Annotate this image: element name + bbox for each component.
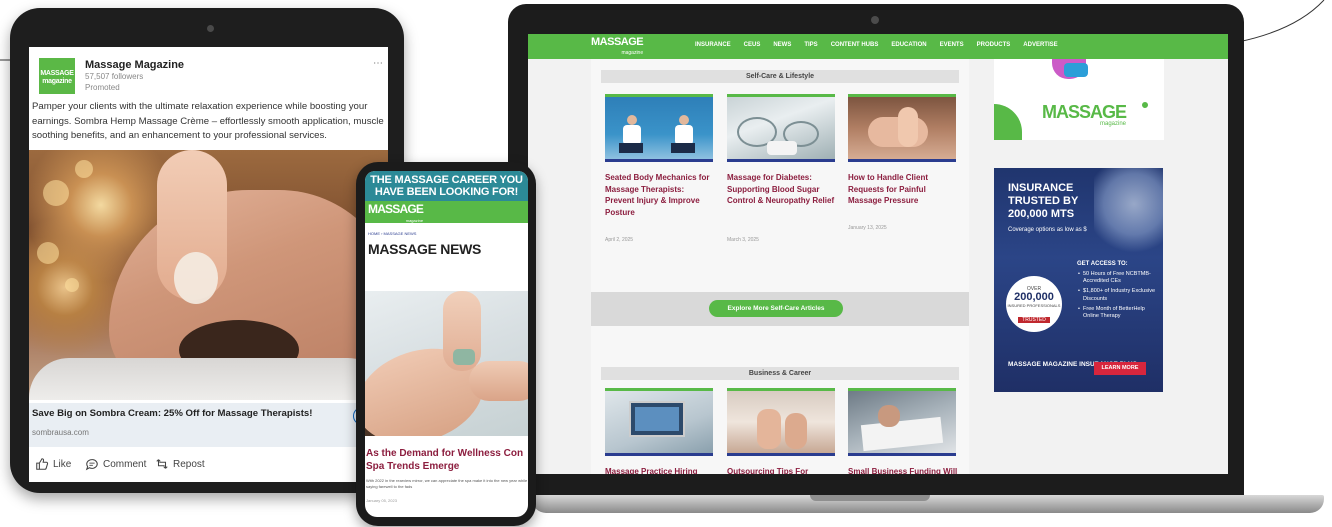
breadcrumb[interactable]: HOME › MASSAGE NEWS (368, 231, 416, 236)
nav-item-events[interactable]: EVENTS (940, 42, 964, 48)
tablet-device: MASSAGE magazine Massage Magazine 57,507… (10, 8, 404, 493)
article-thumbnail[interactable] (727, 388, 835, 456)
company-logo[interactable]: MASSAGE magazine (39, 58, 75, 94)
post-body-text: Pamper your clients with the ultimate re… (32, 101, 384, 141)
like-button[interactable]: Like (35, 457, 71, 471)
ad-benefits-list: 50 Hours of Free NCBTMB-Accredited CEs $… (1078, 271, 1158, 323)
ad-access-title: GET ACCESS TO: (1077, 261, 1128, 267)
explore-self-care-button[interactable]: Explore More Self-Care Articles (709, 300, 843, 317)
article-excerpt: With 2022 in the rearview mirror, we can… (366, 478, 528, 489)
nav-item-products[interactable]: PRODUCTS (977, 42, 1011, 48)
ad-image-massage[interactable] (29, 150, 388, 400)
article-title[interactable]: Massage Practice Hiring Tips (605, 466, 715, 474)
article-title[interactable]: Small Business Funding Will Help Grow Yo… (848, 466, 958, 474)
laptop-camera (871, 16, 879, 24)
career-banner[interactable]: THE MASSAGE CAREER YOU HAVE BEEN LOOKING… (365, 171, 528, 201)
article-date: January 13, 2025 (848, 225, 887, 231)
post-actions: Like Comment Repost (29, 455, 388, 479)
tablet-camera (207, 25, 214, 32)
page-title: MASSAGE NEWS (368, 241, 482, 257)
article-title[interactable]: How to Handle Client Requests for Painfu… (848, 172, 958, 207)
article-headline[interactable]: As the Demand for Wellness Con Spa Trend… (366, 447, 528, 473)
repost-label: Repost (173, 458, 205, 470)
comment-label: Comment (103, 458, 147, 470)
device-mockup-scene: MASSAGE magazine Massage Magazine 57,507… (0, 0, 1332, 527)
nav-menu: INSURANCE CEUS NEWS TIPS CONTENT HUBS ED… (695, 42, 1071, 48)
article-thumbnail[interactable] (848, 94, 956, 162)
ad-benefit: Free Month of BetterHelp Online Therapy (1078, 306, 1158, 320)
ad-url: sombrausa.com (32, 428, 89, 437)
ad-headline: INSURANCE TRUSTED BY 200,000 MTS (1008, 182, 1079, 220)
article-thumbnail[interactable] (605, 94, 713, 162)
laptop-device: MASSAGE magazine INSURANCE CEUS NEWS TIPS… (508, 4, 1244, 500)
site-navigation-bar: MASSAGE magazine INSURANCE CEUS NEWS TIPS… (528, 34, 1228, 59)
article-date: March 3, 2025 (727, 237, 759, 243)
article-title[interactable]: Seated Body Mechanics for Massage Therap… (605, 172, 715, 218)
nav-item-news[interactable]: NEWS (773, 42, 791, 48)
phone-screen: THE MASSAGE CAREER YOU HAVE BEEN LOOKING… (365, 171, 528, 517)
promoted-label: Promoted (85, 83, 120, 92)
nav-item-content-hubs[interactable]: CONTENT HUBS (831, 42, 879, 48)
article-thumbnail[interactable] (605, 388, 713, 456)
phone-device: THE MASSAGE CAREER YOU HAVE BEEN LOOKING… (356, 162, 536, 526)
article-thumbnail[interactable] (848, 388, 956, 456)
site-logo[interactable]: MASSAGE magazine (591, 37, 644, 59)
repost-button[interactable]: Repost (155, 457, 205, 471)
phone-nav-bar: MASSAGE magazine (365, 201, 528, 223)
article-hero-image[interactable] (365, 291, 528, 436)
article-title[interactable]: Massage for Diabetes: Supporting Blood S… (727, 172, 837, 207)
ad-cta-bar[interactable]: Save Big on Sombra Cream: 25% Off for Ma… (29, 403, 388, 447)
thumbs-up-icon (36, 458, 49, 470)
follower-count: 57,507 followers (85, 72, 144, 81)
like-label: Like (53, 458, 72, 470)
linkedin-ad-screen: MASSAGE magazine Massage Magazine 57,507… (29, 47, 388, 482)
website-screen: MASSAGE magazine INSURANCE CEUS NEWS TIPS… (528, 34, 1228, 474)
article-date: January 05, 2023 (366, 498, 397, 503)
ad-benefit: 50 Hours of Free NCBTMB-Accredited CEs (1078, 271, 1158, 285)
article-thumbnail[interactable] (727, 94, 835, 162)
repost-icon (156, 459, 168, 469)
sidebar-logo[interactable]: MASSAGE magazine (1042, 102, 1127, 127)
nav-item-education[interactable]: EDUCATION (891, 42, 926, 48)
comment-button[interactable]: Comment (85, 457, 146, 471)
article-date: April 2, 2025 (605, 237, 634, 243)
decorative-curve-right (1237, 0, 1325, 43)
comment-icon (85, 459, 98, 471)
learn-more-button[interactable]: LEARN MORE (1094, 362, 1146, 375)
section-header-business-career: Business & Career (601, 367, 959, 380)
nav-item-insurance[interactable]: INSURANCE (695, 42, 731, 48)
nav-item-ceus[interactable]: CEUS (744, 42, 761, 48)
section-header-self-care: Self-Care & Lifestyle (601, 70, 959, 83)
ad-headline[interactable]: Save Big on Sombra Cream: 25% Off for Ma… (32, 408, 312, 419)
sidebar-logo-card[interactable]: MASSAGE magazine (994, 59, 1164, 140)
phone-site-logo[interactable]: MASSAGE magazine (368, 203, 424, 226)
more-options-icon[interactable]: ⋯ (373, 58, 383, 69)
ad-subline: Coverage options as low as $ (1008, 227, 1087, 233)
linkedin-post-header: MASSAGE magazine Massage Magazine 57,507… (39, 58, 383, 98)
ad-benefit: $1,800+ of Industry Exclusive Discounts (1078, 288, 1158, 302)
main-content-column: Self-Care & Lifestyle Seated Body Mechan… (591, 59, 969, 474)
nav-item-tips[interactable]: TIPS (804, 42, 817, 48)
laptop-notch (810, 495, 930, 501)
insurance-ad-banner[interactable]: INSURANCE TRUSTED BY 200,000 MTS Coverag… (994, 168, 1163, 392)
nav-item-advertise[interactable]: ADVERTISE (1023, 42, 1057, 48)
company-name[interactable]: Massage Magazine (85, 59, 184, 71)
explore-band: Explore More Self-Care Articles (591, 292, 969, 326)
trusted-badge: OVER 200,000 INSURED PROFESSIONALS TRUST… (1006, 276, 1062, 332)
article-title[interactable]: Outsourcing Tips For Massage Therapists (727, 466, 837, 474)
sidebar: MASSAGE magazine INSURANCE TRUSTED BY 200… (994, 59, 1164, 474)
